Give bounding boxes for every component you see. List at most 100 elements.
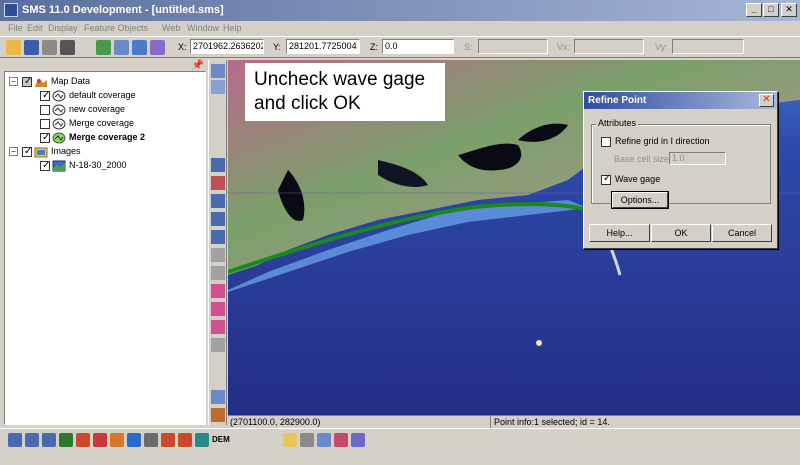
grid-module-icon[interactable] (25, 433, 39, 447)
select-point-tool-icon[interactable] (211, 158, 225, 172)
hand-icon[interactable] (283, 433, 297, 447)
title-bar: SMS 11.0 Development - [untitled.sms] _ … (0, 0, 800, 21)
select-element-tool-icon[interactable] (211, 320, 225, 334)
tree-module-icon[interactable] (144, 433, 158, 447)
dem-button[interactable]: DEM (212, 435, 230, 444)
vx-label: Vx: (557, 42, 571, 52)
z-coordinate-field[interactable]: 0.0 (382, 39, 454, 54)
coverage-checkbox[interactable] (40, 118, 50, 129)
map-module-icon[interactable] (93, 433, 107, 447)
select-arc-tool-icon[interactable] (211, 230, 225, 244)
tree-item-coverage[interactable]: default coverage (40, 89, 136, 102)
ok-button[interactable]: OK (651, 224, 711, 242)
x-coordinate-field[interactable]: 2701962.2636202 (190, 39, 264, 54)
tree-item-images[interactable]: Images (22, 145, 81, 158)
refine-grid-checkbox[interactable] (601, 136, 611, 147)
project-tree: − Map Data default coverage new coverage… (4, 71, 206, 425)
help-button[interactable]: Help... (589, 224, 650, 242)
coverage-checkbox[interactable] (40, 89, 50, 102)
menu-window[interactable]: Window (187, 23, 219, 33)
options-button[interactable]: Options... (612, 192, 668, 208)
annotation-tool-icon[interactable] (211, 408, 225, 422)
main-toolbar: X: 2701962.2636202 Y: 281201.7725004 Z: … (0, 36, 800, 58)
image-checkbox[interactable] (40, 159, 50, 172)
data-icon[interactable] (351, 433, 365, 447)
menu-bar: File Edit Display Feature Objects Web Wi… (0, 21, 800, 36)
maximize-button[interactable]: □ (763, 3, 779, 17)
particle-module-icon[interactable] (76, 433, 90, 447)
table-icon[interactable] (300, 433, 314, 447)
base-cell-label: Base cell size: (614, 154, 672, 164)
profile-icon[interactable] (161, 433, 175, 447)
map-data-icon (35, 77, 47, 87)
tree-item-coverage[interactable]: new coverage (40, 103, 125, 116)
refine-point-dialog: Refine Point ✕ Attributes Refine grid in… (583, 91, 778, 249)
menu-feature-objects[interactable]: Feature Objects (84, 23, 148, 33)
dialog-close-button[interactable]: ✕ (759, 94, 774, 107)
tool-icon[interactable] (195, 433, 209, 447)
cartesian-grid-icon[interactable] (59, 433, 73, 447)
instruction-callout: Uncheck wave gage and click OK (245, 63, 445, 121)
minimize-button[interactable]: _ (746, 3, 762, 17)
mesh-module-icon[interactable] (8, 433, 22, 447)
coverage-checkbox[interactable] (40, 104, 50, 115)
pin-icon[interactable]: 📌 (192, 60, 204, 71)
coverage-icon (52, 118, 66, 130)
pan-tool-icon[interactable] (211, 64, 225, 78)
tree-item-coverage-active[interactable]: Merge coverage 2 (40, 131, 145, 144)
collapse-images-icon[interactable]: − (9, 147, 18, 156)
tree-item-map-data[interactable]: Map Data (22, 75, 90, 88)
select-node-tool-icon[interactable] (211, 302, 225, 316)
chart-icon[interactable] (334, 433, 348, 447)
select-arc-group-tool-icon[interactable] (211, 248, 225, 262)
menu-file[interactable]: File (8, 23, 23, 33)
cancel-button[interactable]: Cancel (712, 224, 772, 242)
filter-icon[interactable] (317, 433, 331, 447)
close-window-button[interactable]: ✕ (781, 3, 797, 17)
zoom-icon[interactable] (114, 40, 129, 55)
select-polygon-tool-icon[interactable] (211, 266, 225, 280)
save-icon[interactable] (24, 40, 39, 55)
scatter-module-icon[interactable] (42, 433, 56, 447)
plot-icon[interactable] (178, 433, 192, 447)
module-toolbar: DEM (0, 428, 800, 450)
tree-item-image[interactable]: N-18-30_2000 (40, 159, 127, 172)
vy-label: Vy: (655, 42, 668, 52)
create-point-tool-icon[interactable] (211, 176, 225, 190)
menu-help[interactable]: Help (223, 23, 242, 33)
select-cell-tool-icon[interactable] (211, 338, 225, 352)
map-data-checkbox[interactable] (22, 75, 32, 88)
gis-module-icon[interactable] (110, 433, 124, 447)
coverage-icon (52, 104, 66, 116)
frame-icon[interactable] (132, 40, 147, 55)
rotate-icon[interactable] (150, 40, 165, 55)
zoom-tool-icon[interactable] (211, 80, 225, 94)
refresh-icon[interactable] (96, 40, 111, 55)
tool-palette (208, 60, 227, 425)
measure-tool-icon[interactable] (211, 390, 225, 404)
s-field (478, 39, 548, 54)
coverage-checkbox[interactable] (40, 131, 50, 144)
wave-gage-checkbox[interactable] (601, 173, 611, 185)
select-vertex-tool-icon[interactable] (211, 194, 225, 208)
refine-grid-option[interactable]: Refine grid in I direction (601, 135, 710, 147)
images-checkbox[interactable] (22, 145, 32, 158)
status-bar: (2701100.0, 282900.0) Point info:1 selec… (228, 415, 800, 428)
print-icon[interactable] (42, 40, 57, 55)
menu-display[interactable]: Display (48, 23, 78, 33)
app-icon (4, 3, 18, 17)
menu-web[interactable]: Web (162, 23, 180, 33)
y-coordinate-field[interactable]: 281201.7725004 (286, 39, 360, 54)
create-arc-tool-icon[interactable] (211, 212, 225, 226)
open-folder-icon[interactable] (6, 40, 21, 55)
trash-icon[interactable] (60, 40, 75, 55)
status-coordinates: (2701100.0, 282900.0) (230, 417, 321, 427)
project-explorer: 📌 − Map Data default coverage new covera… (4, 60, 206, 425)
select-region-tool-icon[interactable] (211, 284, 225, 298)
collapse-map-data-icon[interactable]: − (9, 77, 18, 86)
wave-gage-option[interactable]: Wave gage (601, 173, 660, 185)
globe-icon[interactable] (127, 433, 141, 447)
menu-edit[interactable]: Edit (27, 23, 43, 33)
vy-field (672, 39, 744, 54)
tree-item-coverage[interactable]: Merge coverage (40, 117, 134, 130)
